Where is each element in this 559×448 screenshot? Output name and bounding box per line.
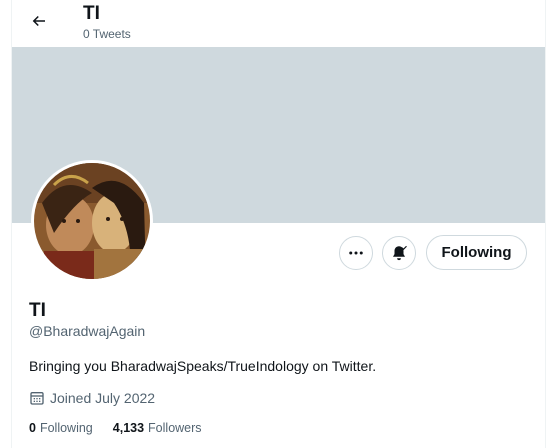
avatar[interactable]: [31, 160, 153, 282]
notifications-button[interactable]: [382, 236, 416, 270]
bell-check-icon: [393, 245, 407, 261]
profile-header: TI 0 Tweets: [12, 0, 545, 47]
back-arrow-icon: [32, 15, 45, 27]
avatar-image: [34, 163, 150, 279]
header-tweets-count: 0 Tweets: [83, 27, 131, 41]
header-title: TI: [83, 3, 100, 24]
followers-count: 4,133: [112, 421, 145, 435]
following-button[interactable]: Following: [426, 235, 527, 270]
profile-name: TI: [29, 300, 46, 321]
joined-label: Joined July 2022: [50, 390, 156, 406]
profile-bio: Bringing you BharadwajSpeaks/TrueIndolog…: [29, 358, 377, 374]
profile-column: TI 0 Tweets Following TI @BharadwajAgain…: [11, 0, 546, 448]
following-label: Following: [39, 421, 93, 435]
followers-label: Followers: [148, 421, 202, 435]
back-button[interactable]: [26, 8, 52, 34]
following-link[interactable]: 0 Following: [29, 421, 93, 435]
following-count: 0: [29, 421, 36, 435]
more-icon: [349, 251, 363, 255]
profile-stats: 0 Following 4,133 Followers: [29, 421, 202, 435]
calendar-icon: [30, 392, 44, 405]
profile-handle: @BharadwajAgain: [29, 323, 146, 339]
followers-link[interactable]: 4,133 Followers: [113, 421, 202, 435]
joined-date: Joined July 2022: [29, 390, 155, 406]
more-button[interactable]: [339, 236, 373, 270]
